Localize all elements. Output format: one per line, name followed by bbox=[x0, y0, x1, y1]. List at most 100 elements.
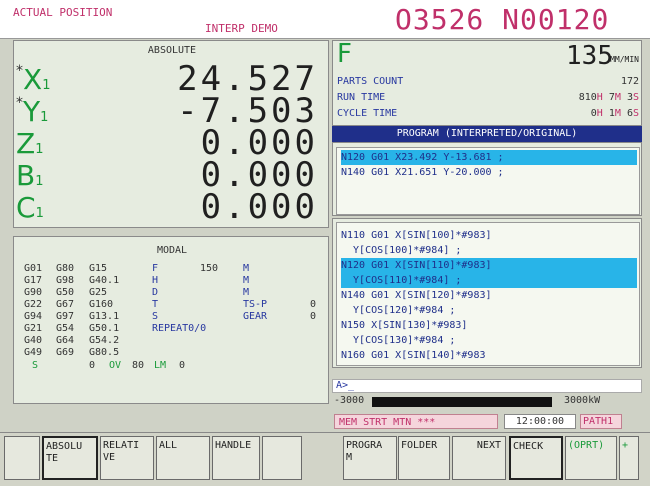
parts-count-row: PARTS COUNT 172 bbox=[337, 76, 639, 87]
tsp-value: 0 bbox=[310, 299, 317, 310]
g-code: G80.5 bbox=[89, 347, 120, 358]
g-code: G40.1 bbox=[89, 275, 120, 286]
m-label: M bbox=[243, 287, 250, 298]
program-line[interactable]: Y[COS[130]*#984 ; bbox=[341, 333, 631, 348]
g-code: G160 bbox=[89, 299, 114, 310]
program-line[interactable]: N120 G01 X23.492 Y-13.681 ; bbox=[341, 150, 637, 165]
sequence-number: N00120 bbox=[502, 3, 610, 36]
interpreted-program-panel: N120 G01 X23.492 Y-13.681 ; N140 G01 X21.… bbox=[332, 142, 642, 216]
screen-title: ACTUAL POSITION bbox=[13, 6, 113, 19]
g-code: G40 bbox=[24, 335, 43, 346]
key-input-line[interactable]: A>_ bbox=[332, 379, 642, 393]
g-code: G21 bbox=[24, 323, 43, 334]
load-min-label: -3000 bbox=[334, 395, 365, 406]
parts-count-label: PARTS COUNT bbox=[337, 76, 404, 87]
program-line[interactable]: Y[COS[100]*#984] ; bbox=[341, 243, 631, 258]
axis-row-c: C1 0.000 bbox=[14, 187, 330, 227]
axis-marker: * bbox=[16, 63, 23, 79]
repeat-label: REPEAT0/0 bbox=[152, 323, 207, 334]
program-line[interactable]: N160 G01 X[SIN[140]*#983 bbox=[341, 348, 631, 363]
axis-letter: X bbox=[23, 63, 43, 96]
axis-name: B1 bbox=[16, 159, 44, 192]
g-code: G17 bbox=[24, 275, 43, 286]
modal-letter: S bbox=[152, 311, 159, 322]
program-line[interactable]: Y[COS[120]*#984 ; bbox=[341, 303, 631, 318]
softkey-blank[interactable] bbox=[262, 436, 302, 480]
axis-name: C1 bbox=[16, 191, 44, 224]
run-time-label: RUN TIME bbox=[337, 92, 386, 103]
program-line[interactable]: N120 G01 X[SIN[110]*#983] bbox=[341, 258, 637, 273]
spindle-value: 0 bbox=[89, 360, 96, 371]
g-code: G98 bbox=[56, 275, 75, 286]
status-row: MEM STRT MTN *** 12:00:00 PATH1 bbox=[332, 414, 642, 430]
g-code: G49 bbox=[24, 347, 43, 358]
program-line[interactable]: N140 G01 X[SIN[120]*#983] bbox=[341, 288, 631, 303]
axis-name: *Y1 bbox=[16, 95, 48, 128]
softkey-absolu-te[interactable]: ABSOLU TE bbox=[42, 436, 98, 480]
axis-row-b: B1 0.000 bbox=[14, 155, 330, 195]
program-header: PROGRAM (INTERPRETED/ORIGINAL) bbox=[332, 126, 642, 142]
run-time-row: RUN TIME 810H 7M 3S bbox=[337, 92, 639, 103]
parts-count-value: 172 bbox=[620, 76, 639, 87]
modal-letter: H bbox=[152, 275, 159, 286]
original-program-panel: N110 G01 X[SIN[100]*#983] Y[COS[100]*#98… bbox=[332, 218, 642, 368]
softkey-next[interactable]: NEXT bbox=[452, 436, 506, 480]
override-label: OV bbox=[109, 360, 122, 371]
mode-label: INTERP DEMO bbox=[205, 22, 278, 35]
g-code: G69 bbox=[56, 347, 75, 358]
softkey-handle[interactable]: HANDLE bbox=[212, 436, 260, 480]
axis-letter: Z bbox=[16, 127, 36, 160]
axis-name: *X1 bbox=[16, 63, 50, 96]
tsp-label: TS-P bbox=[243, 299, 268, 310]
lm-label: LM bbox=[154, 360, 167, 371]
axis-subscript: 1 bbox=[40, 110, 49, 125]
cycle-time-value: 0H 1M 6S bbox=[590, 108, 639, 119]
m-label: M bbox=[243, 263, 250, 274]
g-code: G22 bbox=[24, 299, 43, 310]
g-code: G15 bbox=[89, 263, 108, 274]
axis-subscript: 1 bbox=[35, 174, 44, 189]
softkey-folder[interactable]: FOLDER bbox=[398, 436, 450, 480]
g-code: G50.1 bbox=[89, 323, 120, 334]
feed-info-panel: F 135 MM/MIN PARTS COUNT 172 RUN TIME 81… bbox=[332, 39, 642, 126]
modal-letter: F bbox=[152, 263, 159, 274]
g-code: G97 bbox=[56, 311, 75, 322]
g-code: G90 bbox=[24, 287, 43, 298]
interpreted-program-list[interactable]: N120 G01 X23.492 Y-13.681 ; N140 G01 X21.… bbox=[336, 147, 640, 215]
title-bar: ACTUAL POSITION INTERP DEMO O3526 N00120 bbox=[0, 0, 650, 39]
modal-panel: MODAL G01 G80 G15 G17 G98 G40.1 G90 G50 G25 G22 G6… bbox=[13, 236, 329, 404]
load-meter: -3000 3000kW bbox=[332, 395, 642, 409]
program-line[interactable]: N150 X[SIN[130]*#983] bbox=[341, 318, 631, 333]
program-line[interactable]: N110 G01 X[SIN[100]*#983] bbox=[341, 228, 631, 243]
softkey-return-blank[interactable] bbox=[4, 436, 40, 480]
softkey-check[interactable]: CHECK bbox=[509, 436, 563, 480]
g-code: G54.2 bbox=[89, 335, 120, 346]
softkey-relati-ve[interactable]: RELATI VE bbox=[100, 436, 154, 480]
load-bar bbox=[372, 397, 552, 407]
axis-subscript: 1 bbox=[35, 206, 44, 221]
g-code: G13.1 bbox=[89, 311, 120, 322]
run-time-value: 810H 7M 3S bbox=[578, 92, 639, 103]
feed-label: F bbox=[337, 39, 352, 69]
program-number: O3526 bbox=[395, 3, 485, 36]
m-label: M bbox=[243, 275, 250, 286]
softkey-all[interactable]: ALL bbox=[156, 436, 210, 480]
lm-value: 0 bbox=[179, 360, 186, 371]
softkey-[interactable]: + bbox=[619, 436, 639, 480]
softkey-progra-m[interactable]: PROGRA M bbox=[343, 436, 397, 480]
axis-subscript: 1 bbox=[42, 78, 51, 93]
override-value: 80 bbox=[132, 360, 145, 371]
program-line[interactable]: N140 G01 X21.651 Y-20.000 ; bbox=[341, 165, 631, 180]
softkey-oprt[interactable]: (OPRT) bbox=[565, 436, 617, 480]
absolute-position-panel: ABSOLUTE *X1 24.527 *Y1 -7.503 Z1 0.000 B1 0.00… bbox=[13, 40, 329, 228]
program-line[interactable]: Y[COS[110]*#984] ; bbox=[341, 273, 637, 288]
gear-label: GEAR bbox=[243, 311, 268, 322]
axis-value: 0.000 bbox=[200, 187, 318, 227]
load-max-label: 3000kW bbox=[564, 395, 601, 406]
cycle-time-row: CYCLE TIME 0H 1M 6S bbox=[337, 108, 639, 119]
axis-row-z: Z1 0.000 bbox=[14, 123, 330, 163]
axis-row-y: *Y1 -7.503 bbox=[14, 91, 330, 131]
status-mode: MEM STRT MTN *** bbox=[334, 414, 498, 429]
position-heading: ABSOLUTE bbox=[147, 45, 197, 56]
original-program-list[interactable]: N110 G01 X[SIN[100]*#983] Y[COS[100]*#98… bbox=[336, 222, 640, 366]
